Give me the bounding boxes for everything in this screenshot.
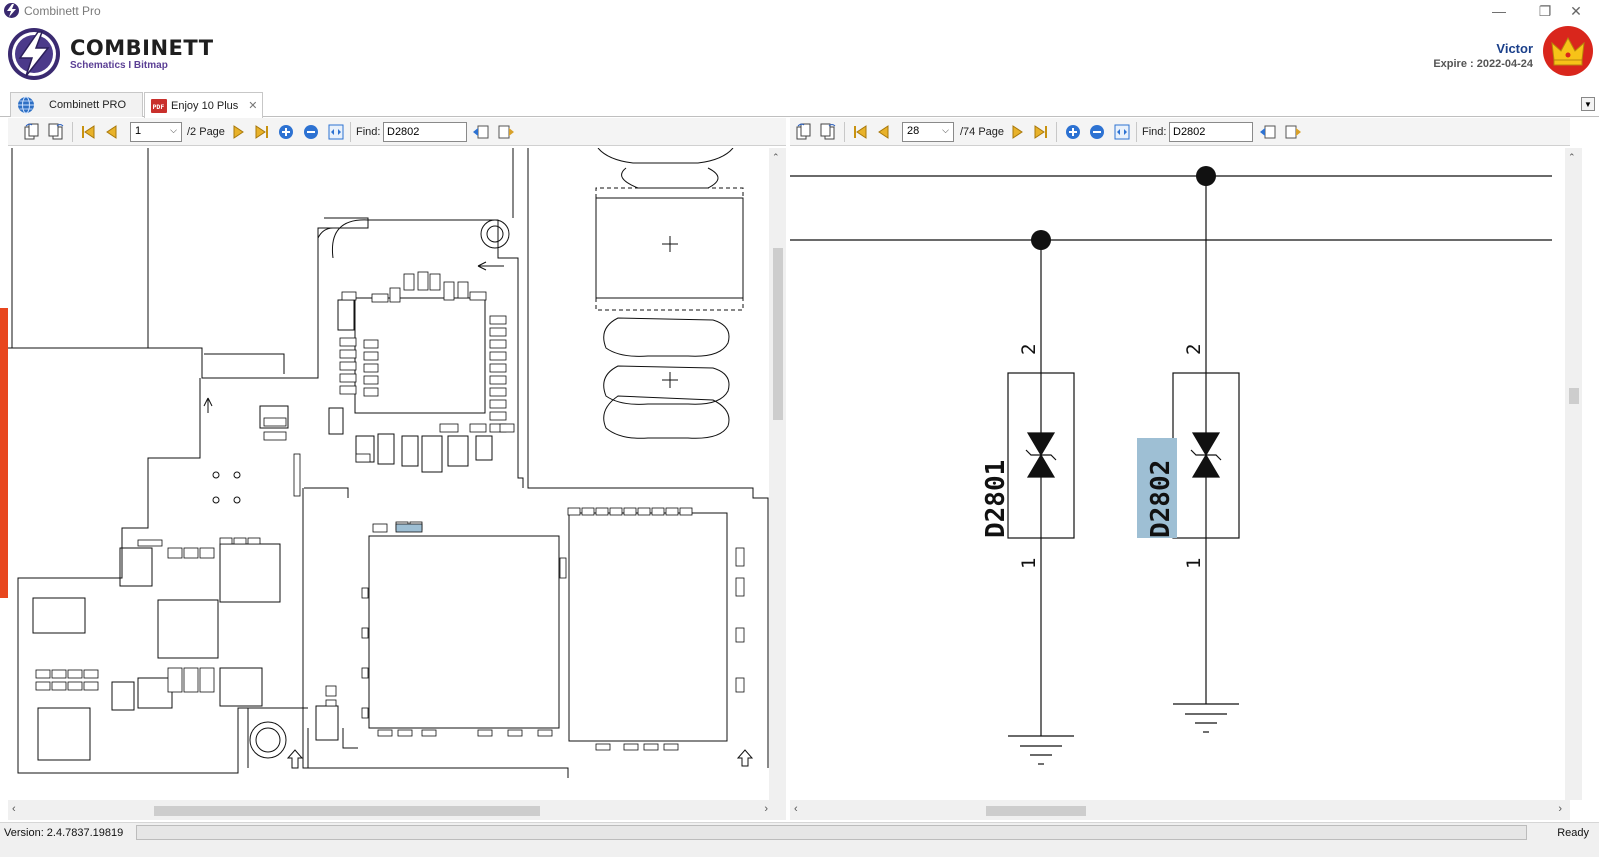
left-page-select[interactable]: 1 ⌵ bbox=[130, 122, 182, 142]
scroll-up-icon[interactable]: ⌃ bbox=[772, 152, 780, 163]
scroll-up-icon[interactable]: ⌃ bbox=[1568, 152, 1576, 163]
brand-name: COMBINETT bbox=[70, 36, 214, 60]
document-tab-strip: Combinett PRO PDF Enjoy 10 Plus ✕ ▼ bbox=[0, 90, 1599, 118]
page-number: 1 bbox=[135, 125, 142, 137]
right-page-select[interactable]: 28 ⌵ bbox=[902, 122, 954, 142]
brand-tagline: Schematics I Bitmap bbox=[70, 60, 168, 71]
scroll-thumb[interactable] bbox=[986, 806, 1086, 816]
tab-combinett-pro[interactable]: Combinett PRO bbox=[10, 92, 143, 117]
first-page-icon[interactable] bbox=[78, 122, 98, 142]
d2801-pin-bottom: 1 bbox=[1018, 558, 1040, 569]
page-number: 28 bbox=[907, 125, 920, 137]
right-toolbar: 28 ⌵ /74 Page Find: bbox=[790, 118, 1570, 146]
globe-icon bbox=[18, 96, 34, 114]
license-expire: Expire : 2022-04-24 bbox=[1433, 58, 1533, 70]
find-next-icon[interactable] bbox=[496, 122, 516, 142]
left-horizontal-scrollbar[interactable]: ‹ › bbox=[8, 800, 786, 820]
find-next-icon[interactable] bbox=[1283, 122, 1303, 142]
app-logo-icon bbox=[4, 3, 19, 18]
find-previous-icon[interactable] bbox=[1258, 122, 1278, 142]
chevron-down-icon: ⌵ bbox=[170, 125, 177, 135]
page-total: /74 Page bbox=[960, 126, 1005, 138]
scroll-thumb[interactable] bbox=[154, 806, 540, 816]
pcb-layout-drawing bbox=[8, 148, 769, 778]
app-header: COMBINETT Schematics I Bitmap Victor Exp… bbox=[0, 22, 1599, 90]
d2802-pin-top: 2 bbox=[1183, 344, 1205, 355]
find-label: Find: bbox=[356, 126, 381, 138]
copy-page-icon[interactable] bbox=[794, 122, 814, 142]
find-previous-icon[interactable] bbox=[471, 122, 491, 142]
previous-page-icon[interactable] bbox=[874, 122, 894, 142]
fit-width-icon[interactable] bbox=[326, 122, 346, 142]
scroll-left-icon[interactable]: ‹ bbox=[794, 803, 798, 815]
left-toolbar: 1 ⌵ /2 Page Find: bbox=[8, 118, 786, 146]
scroll-thumb[interactable] bbox=[773, 248, 783, 420]
d2802-reference[interactable]: D2802 bbox=[1146, 460, 1176, 538]
first-page-icon[interactable] bbox=[850, 122, 870, 142]
d2802-pin-bottom: 1 bbox=[1183, 558, 1205, 569]
last-page-icon[interactable] bbox=[1031, 122, 1051, 142]
schematic-drawing: 2 1 D2801 2 1 D2802 bbox=[790, 166, 1552, 765]
version-label: Version: 2.4.7837.19819 bbox=[4, 827, 124, 839]
tab-enjoy-10-plus[interactable]: PDF Enjoy 10 Plus ✕ bbox=[144, 92, 263, 118]
left-vertical-scrollbar[interactable]: ⌃ bbox=[769, 148, 786, 800]
status-progress-bar bbox=[136, 825, 1527, 840]
page-total: /2 Page bbox=[187, 126, 225, 138]
left-find-input[interactable] bbox=[383, 122, 467, 142]
svg-text:PDF: PDF bbox=[153, 103, 165, 111]
paste-page-icon[interactable] bbox=[818, 122, 838, 142]
right-find-input[interactable] bbox=[1169, 122, 1253, 142]
next-page-icon[interactable] bbox=[1007, 122, 1027, 142]
pcb-bitmap-canvas[interactable] bbox=[8, 148, 786, 800]
copy-page-icon[interactable] bbox=[22, 122, 42, 142]
zoom-out-icon[interactable] bbox=[1087, 122, 1107, 142]
zoom-in-icon[interactable] bbox=[276, 122, 296, 142]
last-page-icon[interactable] bbox=[252, 122, 272, 142]
crown-avatar-icon[interactable] bbox=[1543, 26, 1593, 76]
previous-page-icon[interactable] bbox=[102, 122, 122, 142]
scroll-right-icon[interactable]: › bbox=[1558, 803, 1562, 815]
tab-list-dropdown-icon[interactable]: ▼ bbox=[1581, 97, 1595, 111]
chevron-down-icon: ⌵ bbox=[942, 125, 949, 135]
left-viewer-pane: 1 ⌵ /2 Page Find: D2802 ⌃ ‹ › bbox=[8, 118, 786, 820]
d2801-reference[interactable]: D2801 bbox=[981, 460, 1011, 538]
close-tab-icon[interactable]: ✕ bbox=[248, 99, 257, 112]
right-horizontal-scrollbar[interactable]: ‹ › bbox=[790, 800, 1570, 820]
scroll-left-icon[interactable]: ‹ bbox=[12, 803, 16, 815]
right-vertical-scrollbar[interactable]: ⌃ bbox=[1565, 148, 1582, 800]
tab-label: Enjoy 10 Plus bbox=[171, 99, 239, 112]
find-label: Find: bbox=[1142, 126, 1167, 138]
close-window-button[interactable]: ✕ bbox=[1553, 0, 1599, 22]
user-name[interactable]: Victor bbox=[1496, 41, 1533, 56]
next-page-icon[interactable] bbox=[228, 122, 248, 142]
tab-label: Combinett PRO bbox=[49, 99, 127, 111]
status-bar: Version: 2.4.7837.19819 Ready bbox=[0, 822, 1599, 857]
window-title: Combinett Pro bbox=[24, 4, 101, 18]
right-viewer-pane: 28 ⌵ /74 Page Find: D2802 2 1 D2801 2 1 … bbox=[790, 118, 1582, 820]
combinett-logo-icon bbox=[8, 28, 60, 80]
scroll-thumb[interactable] bbox=[1569, 388, 1579, 404]
combinett-app: Combinett Pro — ❐ ✕ COMBINETT Schematics… bbox=[0, 0, 1599, 857]
scroll-right-icon[interactable]: › bbox=[764, 803, 768, 815]
zoom-in-icon[interactable] bbox=[1063, 122, 1083, 142]
d2801-pin-top: 2 bbox=[1018, 344, 1040, 355]
pdf-icon: PDF bbox=[151, 98, 167, 113]
ready-label: Ready bbox=[1557, 827, 1589, 839]
schematic-canvas[interactable]: 2 1 D2801 2 1 D2802 bbox=[790, 148, 1570, 800]
title-bar: Combinett Pro — ❐ ✕ bbox=[0, 0, 1599, 22]
fit-width-icon[interactable] bbox=[1112, 122, 1132, 142]
paste-page-icon[interactable] bbox=[46, 122, 66, 142]
side-panel-handle[interactable] bbox=[0, 308, 8, 598]
zoom-out-icon[interactable] bbox=[301, 122, 321, 142]
